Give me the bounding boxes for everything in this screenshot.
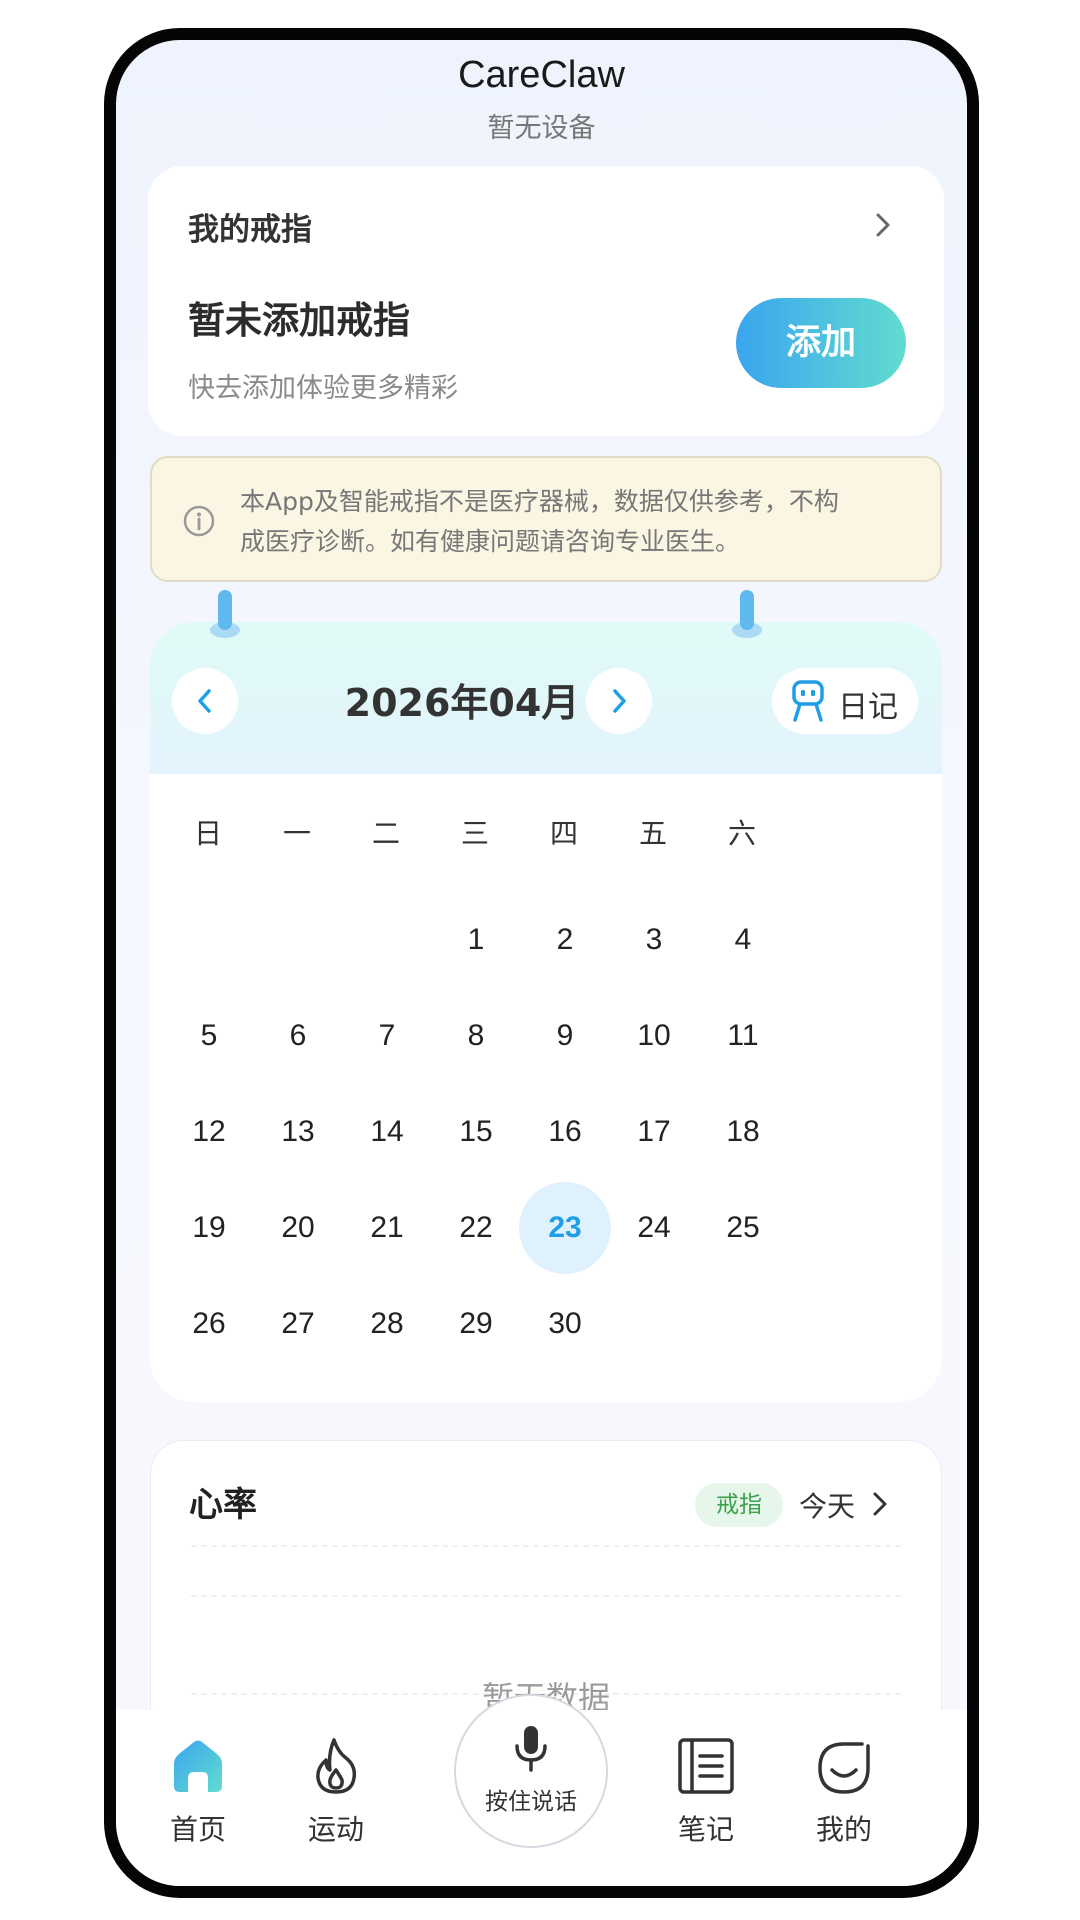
bottom-tab-bar: 首页 运动 按住说话 笔记 我的 (116, 1694, 967, 1886)
calendar-day[interactable]: 29 (430, 1278, 522, 1370)
app-title: CareClaw (458, 54, 625, 96)
add-ring-button[interactable]: 添加 (736, 298, 906, 388)
source-badge: 戒指 (695, 1483, 783, 1527)
chevron-right-icon[interactable] (867, 1489, 893, 1519)
smile-face-icon (818, 1742, 870, 1794)
calendar-day[interactable]: 12 (163, 1086, 255, 1178)
tab-notes-label: 笔记 (677, 1813, 734, 1846)
calendar-day[interactable]: 25 (697, 1182, 789, 1274)
notebook-icon (678, 1738, 734, 1794)
push-to-talk-label: 按住说话 (485, 1789, 577, 1815)
info-icon (183, 505, 215, 537)
flame-icon (316, 1738, 357, 1794)
disclaimer-line-1: 本App及智能戒指不是医疗器械，数据仅供参考，不构 (240, 487, 839, 516)
microphone-icon (515, 1726, 547, 1772)
calendar-day[interactable]: 16 (519, 1086, 611, 1178)
calendar-day[interactable]: 9 (519, 990, 611, 1082)
robot-icon (792, 680, 824, 722)
ring-empty-description: 快去添加体验更多精彩 (188, 373, 458, 404)
my-ring-card[interactable]: 我的戒指 暂未添加戒指 快去添加体验更多精彩 添加 (148, 166, 944, 436)
medical-disclaimer: 本App及智能戒指不是医疗器械，数据仅供参考，不构 成医疗诊断。如有健康问题请咨… (150, 456, 942, 582)
push-to-talk-button[interactable]: 按住说话 (454, 1694, 608, 1848)
calendar-day[interactable]: 18 (697, 1086, 789, 1178)
calendar-header: 2026年04月 日记 (150, 622, 942, 774)
app-header: CareClaw 暂无设备 (116, 50, 967, 145)
calendar-day[interactable]: 10 (608, 990, 700, 1082)
date-range-selector[interactable]: 今天 (799, 1485, 855, 1525)
calendar-day[interactable]: 6 (252, 990, 344, 1082)
calendar-binder-peg (732, 590, 762, 640)
calendar-day[interactable]: 17 (608, 1086, 700, 1178)
calendar-day[interactable]: 22 (430, 1182, 522, 1274)
next-month-button[interactable] (586, 668, 652, 734)
calendar-day[interactable]: 7 (341, 990, 433, 1082)
device-status: 暂无设备 (487, 113, 596, 144)
calendar-day[interactable]: 4 (697, 894, 789, 986)
calendar-card: 2026年04月 日记 日 一 二 三 四 五 六 1 2 3 4 5 6 7 … (150, 622, 942, 1402)
diary-label: 日记 (838, 690, 898, 725)
grid-line (191, 1545, 901, 1547)
calendar-binder-peg (210, 590, 240, 640)
calendar-day[interactable]: 2 (519, 894, 611, 986)
calendar-day[interactable]: 13 (252, 1086, 344, 1178)
tab-sport-label: 运动 (307, 1813, 364, 1846)
calendar-day[interactable]: 3 (608, 894, 700, 986)
calendar-day[interactable]: 14 (341, 1086, 433, 1178)
calendar-day[interactable]: 5 (163, 990, 255, 1082)
calendar-day[interactable]: 20 (252, 1182, 344, 1274)
disclaimer-line-2: 成医疗诊断。如有健康问题请咨询专业医生。 (240, 527, 741, 556)
calendar-day[interactable]: 27 (252, 1278, 344, 1370)
calendar-day[interactable]: 15 (430, 1086, 522, 1178)
tab-me-label: 我的 (815, 1813, 872, 1846)
calendar-day-today[interactable]: 23 (519, 1182, 611, 1274)
calendar-day[interactable]: 19 (163, 1182, 255, 1274)
home-icon (174, 1740, 222, 1792)
grid-line (191, 1595, 901, 1597)
tab-notes[interactable]: 笔记 (646, 1734, 766, 1848)
calendar-day[interactable]: 28 (341, 1278, 433, 1370)
my-ring-title: 我的戒指 (188, 212, 312, 248)
chevron-right-icon[interactable] (868, 210, 898, 240)
calendar-day[interactable]: 8 (430, 990, 522, 1082)
calendar-day[interactable]: 24 (608, 1182, 700, 1274)
tab-me[interactable]: 我的 (784, 1734, 904, 1848)
phone-frame: CareClaw 暂无设备 我的戒指 暂未添加戒指 快去添加体验更多精彩 添加 … (104, 28, 979, 1898)
calendar-day[interactable]: 21 (341, 1182, 433, 1274)
calendar-day[interactable]: 11 (697, 990, 789, 1082)
calendar-day[interactable]: 26 (163, 1278, 255, 1370)
calendar-day[interactable]: 30 (519, 1278, 611, 1370)
diary-button[interactable]: 日记 (772, 668, 918, 734)
tab-home[interactable]: 首页 (138, 1734, 258, 1848)
chevron-right-icon (613, 689, 626, 713)
weekday-row: 日 一 二 三 四 五 六 (150, 812, 942, 862)
disclaimer-text: 本App及智能戒指不是医疗器械，数据仅供参考，不构 成医疗诊断。如有健康问题请咨… (240, 482, 900, 562)
tab-sport[interactable]: 运动 (276, 1734, 396, 1848)
weekday-sat: 六 (727, 817, 756, 850)
ring-empty-headline: 暂未添加戒指 (188, 299, 410, 342)
tab-home-label: 首页 (169, 1813, 226, 1846)
calendar-day[interactable]: 1 (430, 894, 522, 986)
heart-rate-title: 心率 (189, 1485, 257, 1525)
month-title: 2026年04月 (344, 681, 580, 725)
